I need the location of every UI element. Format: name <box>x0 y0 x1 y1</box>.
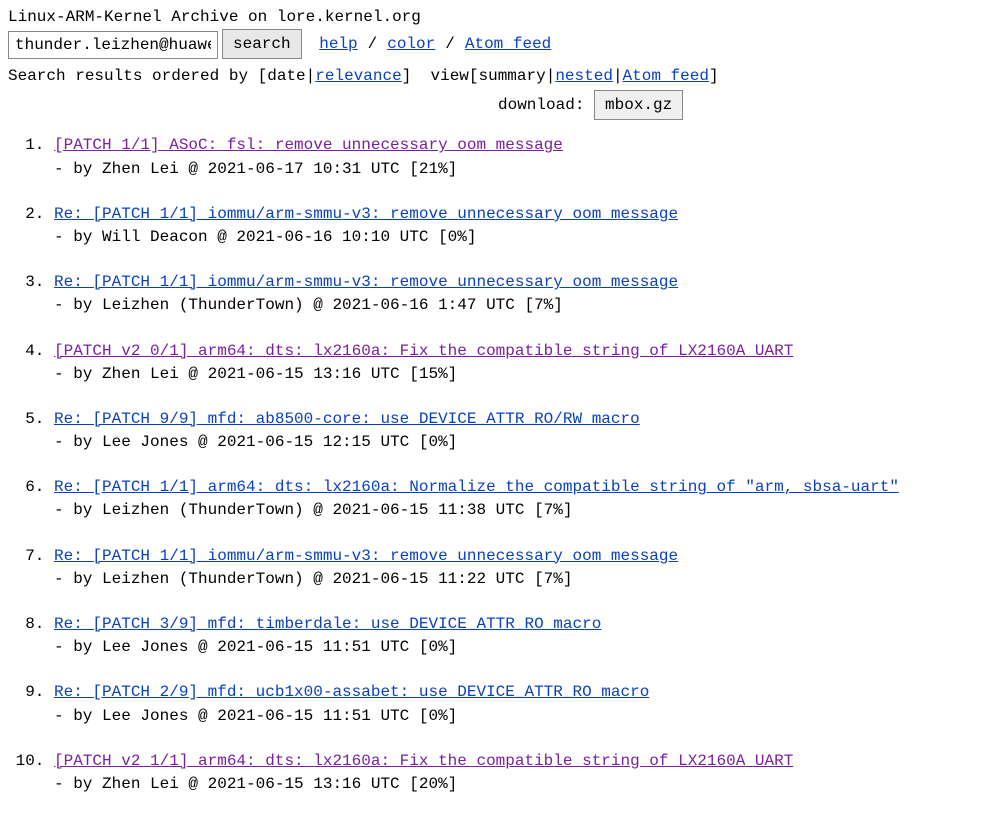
view-mid: ] view[ <box>402 67 479 85</box>
archive-title: Linux-ARM-Kernel Archive on lore.kernel.… <box>8 6 988 29</box>
help-link[interactable]: help <box>319 33 357 56</box>
search-result-item: Re: [PATCH 9/9] mfd: ab8500-core: use DE… <box>54 408 988 454</box>
result-title-link[interactable]: Re: [PATCH 1/1] iommu/arm-smmu-v3: remov… <box>54 205 678 223</box>
view-summary: summary <box>479 67 546 85</box>
result-meta: - by Leizhen (ThunderTown) @ 2021-06-15 … <box>54 568 988 591</box>
result-meta: - by Lee Jones @ 2021-06-15 12:15 UTC [0… <box>54 431 988 454</box>
result-title-link[interactable]: [PATCH v2 0/1] arm64: dts: lx2160a: Fix … <box>54 342 793 360</box>
search-result-item: Re: [PATCH 1/1] iommu/arm-smmu-v3: remov… <box>54 271 988 317</box>
search-form: search help / color / Atom feed <box>8 29 988 59</box>
sort-relevance-link[interactable]: relevance <box>315 67 401 85</box>
download-mbox-button[interactable]: mbox.gz <box>594 90 683 120</box>
separator: / <box>368 33 378 56</box>
separator: / <box>445 33 455 56</box>
color-link[interactable]: color <box>387 33 435 56</box>
result-title-link[interactable]: Re: [PATCH 1/1] arm64: dts: lx2160a: Nor… <box>54 478 899 496</box>
search-results-list: [PATCH 1/1] ASoC: fsl: remove unnecessar… <box>8 134 988 796</box>
result-meta: - by Lee Jones @ 2021-06-15 11:51 UTC [0… <box>54 705 988 728</box>
result-meta: - by Leizhen (ThunderTown) @ 2021-06-16 … <box>54 294 988 317</box>
search-result-item: Re: [PATCH 2/9] mfd: ucb1x00-assabet: us… <box>54 681 988 727</box>
result-title-link[interactable]: Re: [PATCH 1/1] iommu/arm-smmu-v3: remov… <box>54 273 678 291</box>
result-title-link[interactable]: Re: [PATCH 9/9] mfd: ab8500-core: use DE… <box>54 410 640 428</box>
result-meta: - by Leizhen (ThunderTown) @ 2021-06-15 … <box>54 499 988 522</box>
download-label: download: <box>498 96 594 114</box>
result-meta: - by Will Deacon @ 2021-06-16 10:10 UTC … <box>54 226 988 249</box>
search-result-item: [PATCH 1/1] ASoC: fsl: remove unnecessar… <box>54 134 988 180</box>
search-input[interactable] <box>8 31 218 59</box>
result-title-link[interactable]: Re: [PATCH 3/9] mfd: timberdale: use DEV… <box>54 615 601 633</box>
search-result-item: Re: [PATCH 1/1] arm64: dts: lx2160a: Nor… <box>54 476 988 522</box>
result-meta: - by Lee Jones @ 2021-06-15 11:51 UTC [0… <box>54 636 988 659</box>
search-result-item: [PATCH v2 0/1] arm64: dts: lx2160a: Fix … <box>54 340 988 386</box>
view-suffix: ] <box>709 67 719 85</box>
view-nested-link[interactable]: nested <box>555 67 613 85</box>
search-result-item: Re: [PATCH 1/1] iommu/arm-smmu-v3: remov… <box>54 545 988 591</box>
view-atom-feed-link[interactable]: Atom feed <box>623 67 709 85</box>
atom-feed-link[interactable]: Atom feed <box>465 33 551 56</box>
view-options-row: Search results ordered by [date|relevanc… <box>8 65 988 88</box>
search-result-item: Re: [PATCH 3/9] mfd: timberdale: use DEV… <box>54 613 988 659</box>
search-result-item: Re: [PATCH 1/1] iommu/arm-smmu-v3: remov… <box>54 203 988 249</box>
result-title-link[interactable]: Re: [PATCH 2/9] mfd: ucb1x00-assabet: us… <box>54 683 649 701</box>
search-button[interactable]: search <box>222 29 302 59</box>
result-title-link[interactable]: [PATCH v2 1/1] arm64: dts: lx2160a: Fix … <box>54 752 793 770</box>
result-meta: - by Zhen Lei @ 2021-06-17 10:31 UTC [21… <box>54 158 988 181</box>
result-meta: - by Zhen Lei @ 2021-06-15 13:16 UTC [15… <box>54 363 988 386</box>
result-meta: - by Zhen Lei @ 2021-06-15 13:16 UTC [20… <box>54 773 988 796</box>
result-title-link[interactable]: [PATCH 1/1] ASoC: fsl: remove unnecessar… <box>54 136 563 154</box>
search-result-item: [PATCH v2 1/1] arm64: dts: lx2160a: Fix … <box>54 750 988 796</box>
view-prefix: Search results ordered by [ <box>8 67 267 85</box>
result-title-link[interactable]: Re: [PATCH 1/1] iommu/arm-smmu-v3: remov… <box>54 547 678 565</box>
sort-date: date <box>267 67 305 85</box>
download-row: download: mbox.gz <box>8 90 988 120</box>
